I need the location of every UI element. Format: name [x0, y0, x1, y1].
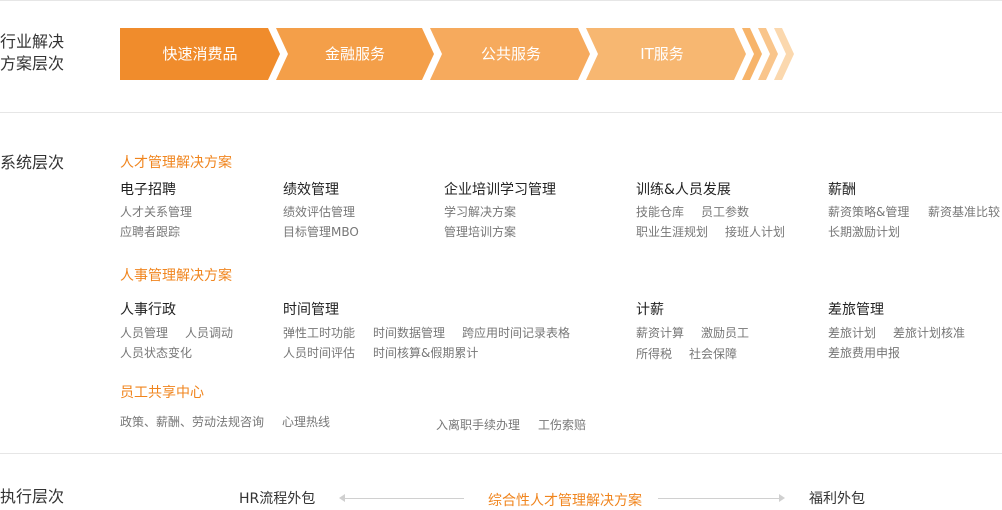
arrow-right-line — [658, 498, 780, 499]
arrow-left-line — [344, 498, 464, 499]
item: 所得税 — [636, 347, 673, 361]
step-public: 公共服务 — [480, 45, 541, 63]
item: 时间核算&假期累计 — [373, 346, 479, 360]
category-travel: 差旅管理 — [828, 302, 884, 318]
category-training: 企业培训学习管理 — [444, 182, 556, 198]
execution-left-label: HR流程外包 — [239, 491, 316, 507]
category-compensation: 薪酬 — [828, 182, 856, 198]
execution-center-label: 综合性人才管理解决方案 — [488, 493, 642, 509]
item: 薪资基准比较 — [928, 205, 1001, 219]
item: 心理热线 — [282, 415, 331, 429]
section-personnel-title: 人事管理解决方案 — [120, 268, 232, 284]
item: 长期激励计划 — [828, 225, 901, 239]
item: 技能仓库 — [636, 205, 685, 219]
section-talent-title: 人才管理解决方案 — [120, 155, 232, 171]
divider-2 — [0, 453, 1002, 454]
category-payroll: 计薪 — [636, 302, 664, 318]
execution-right-label: 福利外包 — [809, 491, 865, 507]
step-financial: 金融服务 — [324, 45, 385, 63]
item: 接班人计划 — [725, 225, 786, 239]
section-shared-center-title: 员工共享中心 — [120, 385, 204, 401]
category-performance: 绩效管理 — [283, 182, 339, 198]
item: 应聘者跟踪 — [120, 225, 181, 239]
item: 入离职手续办理 — [436, 418, 521, 432]
item: 人员状态变化 — [120, 346, 193, 360]
item: 差旅计划核准 — [893, 326, 966, 340]
item: 薪资策略&管理 — [828, 205, 910, 219]
item: 学习解决方案 — [444, 205, 517, 219]
category-hr-admin: 人事行政 — [120, 302, 176, 318]
item: 社会保障 — [689, 347, 738, 361]
item: 员工参数 — [701, 205, 750, 219]
item: 差旅计划 — [828, 326, 877, 340]
top-divider — [0, 0, 1002, 1]
execution-title: 执行层次 — [0, 487, 65, 506]
item: 人才关系管理 — [120, 205, 193, 219]
item: 职业生涯规划 — [636, 225, 709, 239]
item: 绩效评估管理 — [283, 205, 356, 219]
category-development: 训练&人员发展 — [636, 182, 731, 198]
item: 时间数据管理 — [373, 326, 446, 340]
system-title: 系统层次 — [0, 153, 65, 172]
item: 弹性工时功能 — [283, 326, 356, 340]
category-recruiting: 电子招聘 — [120, 182, 176, 198]
industry-title-line2: 方案层次 — [0, 54, 65, 73]
item: 差旅费用申报 — [828, 346, 901, 360]
item: 人员管理 — [120, 326, 169, 340]
divider-1 — [0, 112, 1002, 113]
item: 薪资计算 — [636, 326, 685, 340]
item: 管理培训方案 — [444, 225, 517, 239]
item: 政策、薪酬、劳动法规咨询 — [120, 415, 265, 429]
item: 跨应用时间记录表格 — [462, 326, 571, 340]
step-fast-consumer: 快速消费品 — [162, 45, 238, 63]
item: 人员时间评估 — [283, 346, 356, 360]
step-it: IT服务 — [640, 45, 684, 63]
item: 人员调动 — [185, 326, 234, 340]
category-time-management: 时间管理 — [283, 302, 339, 318]
item: 激励员工 — [701, 326, 750, 340]
industry-process-chevrons: 快速消费品 金融服务 公共服务 IT服务 — [120, 28, 800, 80]
arrow-right-icon — [779, 494, 785, 502]
industry-title-line1: 行业解决 — [0, 32, 65, 51]
item: 工伤索赔 — [538, 418, 587, 432]
item: 目标管理MBO — [283, 225, 359, 239]
